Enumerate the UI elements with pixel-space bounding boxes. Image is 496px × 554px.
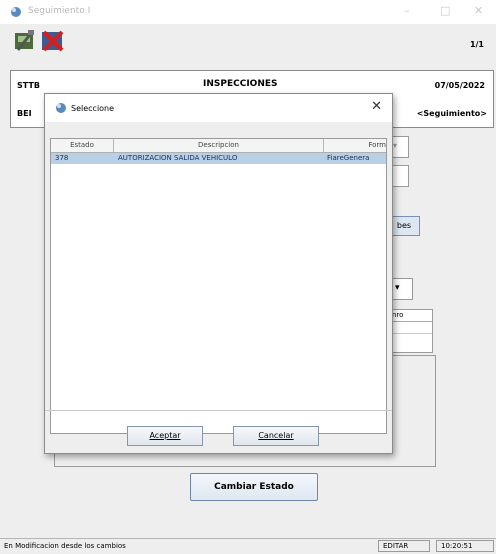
status-mode: EDITAR: [378, 540, 430, 552]
seleccione-dialog: Seleccione ✕ Estado Descripcion Form 378…: [44, 93, 393, 454]
dialog-title: Seleccione: [71, 104, 115, 113]
app-logo-icon: [11, 7, 21, 17]
table-row[interactable]: 378 AUTORIZACION SALIDA VEHICULO FiareGe…: [51, 153, 386, 164]
page-indicator: 1/1: [469, 40, 484, 49]
dialog-title-bar: Seleccione ✕: [45, 94, 392, 122]
aceptar-button[interactable]: Aceptar: [127, 426, 203, 446]
section-title: INSPECCIONES: [203, 79, 278, 89]
org-code: STTB: [17, 81, 40, 90]
column-header-descripcion[interactable]: Descripcion: [114, 139, 324, 152]
aceptar-label: Aceptar: [149, 431, 181, 440]
cancelar-button[interactable]: Cancelar: [233, 426, 319, 446]
table-header: Estado Descripcion Form: [51, 139, 386, 153]
app-logo-icon: [56, 103, 66, 113]
status-time: 10:20:51: [436, 540, 494, 552]
close-window-button[interactable]: ✕: [474, 4, 483, 17]
window-title: Seguimiento I: [28, 6, 91, 16]
window-title-bar: Seguimiento I – □ ✕: [0, 0, 496, 24]
red-x-icon[interactable]: [40, 28, 66, 54]
header-date: 07/05/2022: [434, 81, 485, 90]
minimize-button[interactable]: –: [404, 4, 410, 17]
cancelar-label: Cancelar: [258, 431, 294, 440]
user-initials: BEI: [17, 109, 32, 118]
maximize-button[interactable]: □: [440, 4, 450, 17]
column-header-form[interactable]: Form: [324, 139, 386, 152]
toolbar: 1/1: [0, 24, 496, 68]
tools-save-icon[interactable]: [12, 28, 38, 54]
status-bar: En Modificacion desde los cambios EDITAR…: [0, 538, 496, 554]
dialog-divider: [45, 410, 392, 411]
mode-tag: <Seguimiento>: [416, 109, 487, 118]
status-message: En Modificacion desde los cambios: [4, 542, 126, 550]
dialog-close-icon[interactable]: ✕: [371, 99, 382, 114]
cell-form: FiareGenera: [327, 154, 370, 162]
column-header-estado[interactable]: Estado: [51, 139, 114, 152]
chevron-down-icon: ▾: [393, 141, 398, 150]
chevron-down-icon: ▾: [395, 283, 400, 293]
cambiar-estado-button[interactable]: Cambiar Estado: [190, 473, 318, 501]
cell-descripcion: AUTORIZACION SALIDA VEHICULO: [118, 154, 238, 162]
cell-estado: 378: [55, 154, 69, 162]
selection-table: Estado Descripcion Form 378 AUTORIZACION…: [50, 138, 387, 434]
